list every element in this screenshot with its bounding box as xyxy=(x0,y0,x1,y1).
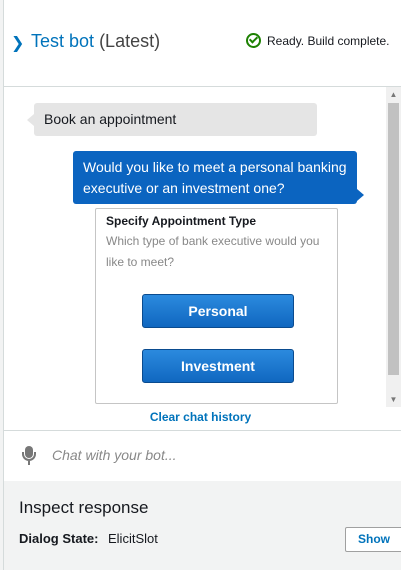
response-card-subtitle: Which type of bank executive would you l… xyxy=(106,234,320,269)
test-bot-header: ❯ Test bot (Latest) Ready. Build complet… xyxy=(4,0,401,87)
response-card-title: Specify Appointment Type xyxy=(106,214,257,228)
build-status-text: Ready. Build complete. xyxy=(267,33,390,48)
build-status: Ready. Build complete. xyxy=(246,33,390,48)
chat-scrollbar[interactable]: ▲ ▼ xyxy=(386,87,401,407)
personal-button[interactable]: Personal xyxy=(142,294,294,328)
bot-name: Test bot xyxy=(31,31,95,51)
chevron-right-icon[interactable]: ❯ xyxy=(11,33,24,53)
scroll-up-arrow-icon[interactable]: ▲ xyxy=(386,87,401,102)
chat-input[interactable] xyxy=(52,445,382,465)
microphone-icon[interactable] xyxy=(22,446,36,466)
investment-button[interactable]: Investment xyxy=(142,349,294,383)
bot-message-bubble: Would you like to meet a personal bankin… xyxy=(73,151,364,204)
clear-chat-history-link[interactable]: Clear chat history xyxy=(0,410,401,424)
chat-input-bar xyxy=(4,430,401,482)
dialog-state-value: ElicitSlot xyxy=(108,531,158,546)
inspect-response-title: Inspect response xyxy=(19,498,149,517)
check-circle-icon xyxy=(246,33,261,48)
dialog-state-label: Dialog State: xyxy=(19,531,99,546)
scroll-down-arrow-icon[interactable]: ▼ xyxy=(386,392,401,407)
inspect-response-panel: Inspect response Dialog State: ElicitSlo… xyxy=(4,481,401,570)
scroll-thumb[interactable] xyxy=(388,103,399,375)
show-button[interactable]: Show xyxy=(345,527,401,552)
response-card: Specify Appointment Type Which type of b… xyxy=(95,208,338,404)
panel-title[interactable]: Test bot (Latest) xyxy=(31,31,160,52)
user-message-bubble: Book an appointment xyxy=(27,103,317,136)
bot-version: (Latest) xyxy=(99,31,161,51)
